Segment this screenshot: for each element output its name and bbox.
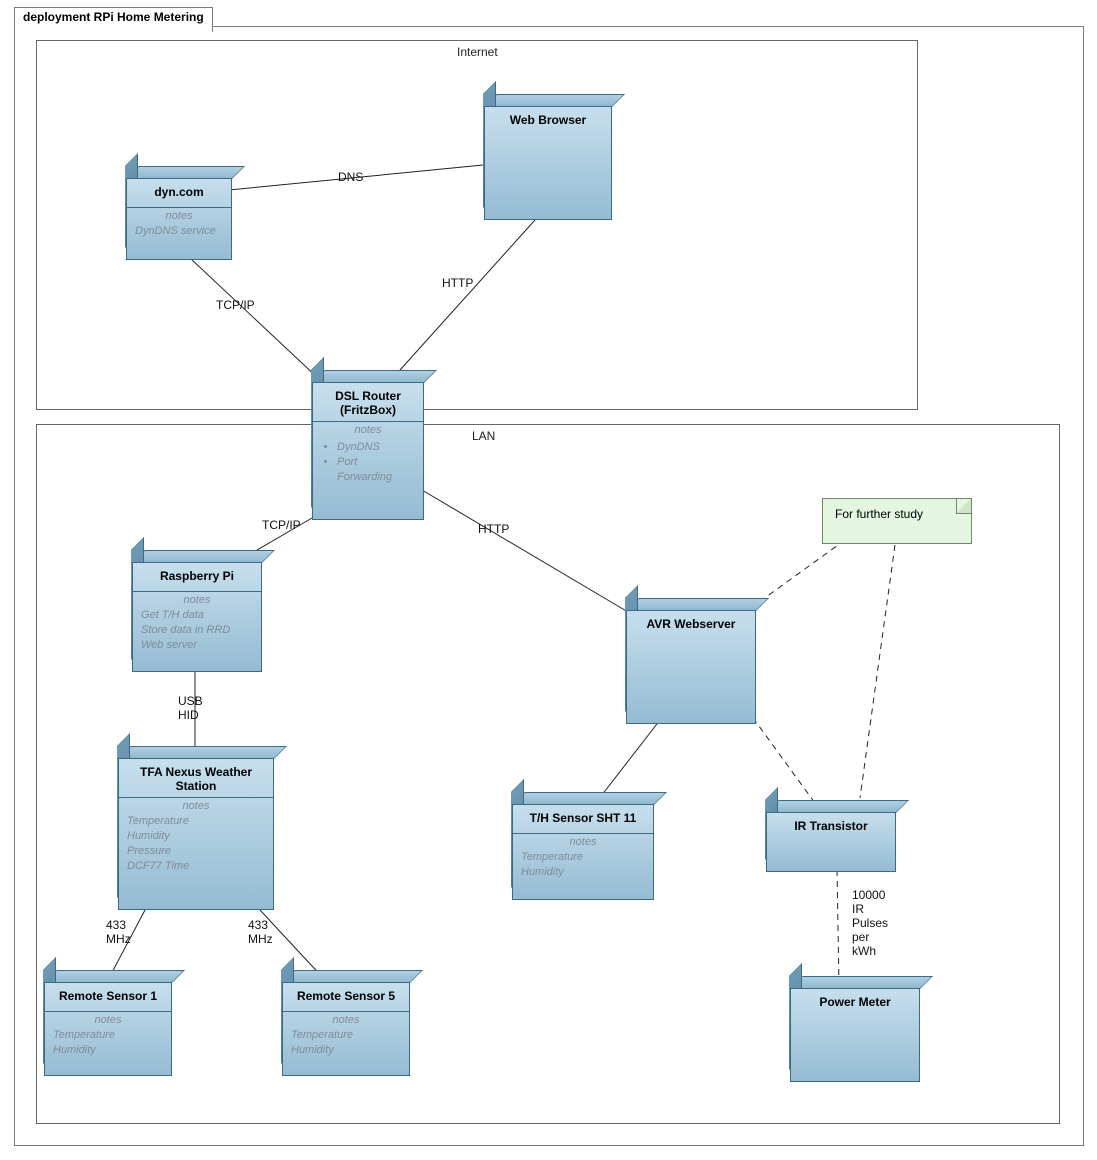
node-rs1-title: Remote Sensor 1 (45, 983, 171, 1007)
diagram-canvas: deployment RPi Home Metering Internet LA… (0, 0, 1097, 1160)
node-sht-title: T/H Sensor SHT 11 (513, 805, 653, 829)
label-433-1: 433 MHz (106, 918, 131, 946)
node-rs1-notes: Temperature Humidity (45, 1026, 171, 1064)
node-router-title2: (FritzBox) (313, 403, 423, 417)
node-rs5-notes-h: notes (283, 1014, 409, 1026)
node-tfa-title2: Station (119, 779, 273, 793)
label-http2: HTTP (478, 522, 509, 536)
node-dyn-notes: DynDNS service (127, 222, 231, 245)
boundary-internet-label: Internet (457, 45, 498, 59)
node-avr-title: AVR Webserver (627, 611, 755, 635)
node-router-notes-h: notes (313, 424, 423, 436)
label-http1: HTTP (442, 276, 473, 290)
node-irtran-title: IR Transistor (767, 813, 895, 837)
label-usb: USB HID (178, 694, 203, 722)
label-tcpip1: TCP/IP (216, 298, 255, 312)
node-pmeter-title: Power Meter (791, 989, 919, 1013)
node-rpi-notes: Get T/H data Store data in RRD Web serve… (133, 606, 261, 659)
router-bullet-2: Port Forwarding (337, 455, 415, 485)
node-tfa-notes: Temperature Humidity Pressure DCF77 Time (119, 812, 273, 879)
uml-note-text: For further study (823, 499, 971, 529)
node-router-notes: DynDNS Port Forwarding (313, 436, 423, 491)
node-dyn-title: dyn.com (127, 179, 231, 203)
label-tcpip2: TCP/IP (262, 518, 301, 532)
router-bullet-1: DynDNS (337, 440, 415, 455)
node-rpi-title: Raspberry Pi (133, 563, 261, 587)
node-router-title1: DSL Router (313, 383, 423, 403)
uml-note: For further study (822, 498, 972, 544)
node-rs5-notes: Temperature Humidity (283, 1026, 409, 1064)
node-rs5-title: Remote Sensor 5 (283, 983, 409, 1007)
node-browser-title: Web Browser (485, 107, 611, 131)
boundary-lan-label: LAN (472, 429, 495, 443)
node-sht-notes-h: notes (513, 836, 653, 848)
label-433-2: 433 MHz (248, 918, 273, 946)
package-title: deployment RPi Home Metering (14, 7, 213, 32)
node-rs1-notes-h: notes (45, 1014, 171, 1026)
node-dyn-notes-h: notes (127, 210, 231, 222)
node-tfa-notes-h: notes (119, 800, 273, 812)
label-irpulses: 10000 IR Pulses per kWh (852, 888, 888, 958)
node-rpi-notes-h: notes (133, 594, 261, 606)
node-tfa-title1: TFA Nexus Weather (119, 759, 273, 779)
label-dns: DNS (338, 170, 363, 184)
node-sht-notes: Temperature Humidity (513, 848, 653, 886)
